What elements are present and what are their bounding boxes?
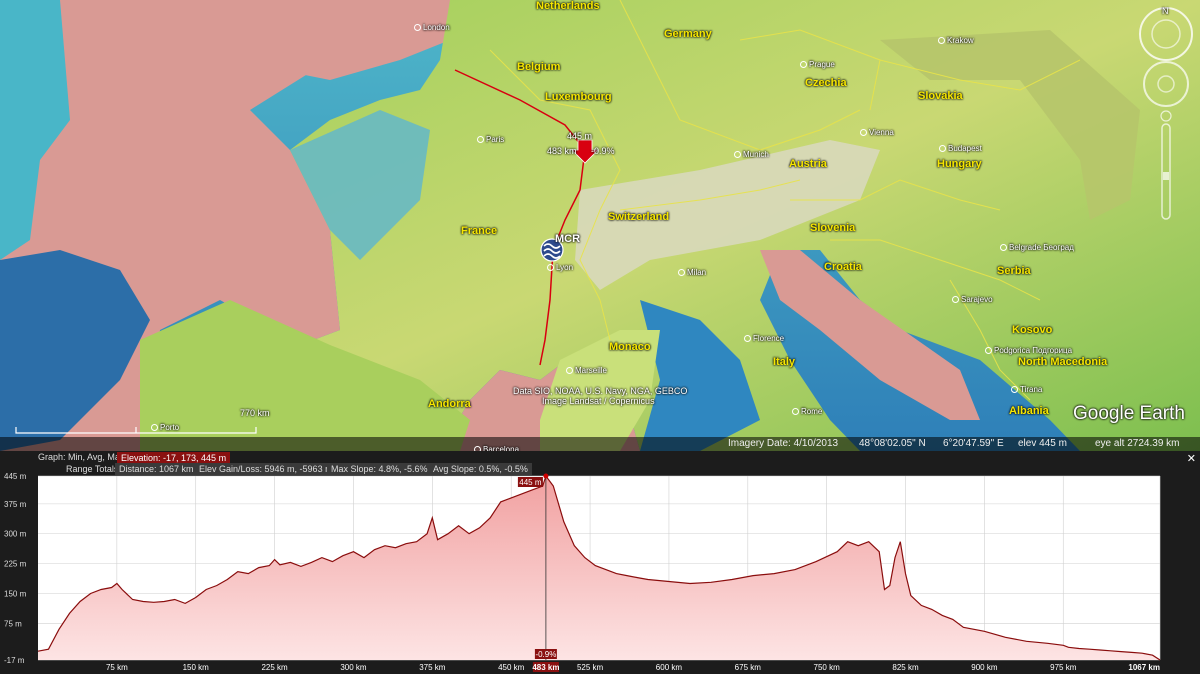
attribution-image: Image Landsat / Copernicus	[542, 396, 655, 406]
city-label: Porto	[151, 423, 179, 432]
graph-mode-label[interactable]: Graph: Min, Avg, Max	[38, 452, 124, 462]
eye-altitude-readout: eye alt 2724.39 km	[1095, 438, 1180, 449]
country-label: Italy	[773, 356, 796, 368]
city-label: Sarajevo	[952, 295, 993, 304]
country-label: Czechia	[805, 77, 847, 89]
city-label: Florence	[744, 334, 784, 343]
country-label: Hungary	[937, 158, 982, 170]
cursor-elev-label: 445 m	[519, 478, 542, 487]
city-label: Milan	[678, 268, 706, 277]
country-label: France	[461, 225, 498, 237]
x-tick-label: 75 km	[106, 663, 128, 672]
city-label: Prague	[800, 60, 835, 69]
country-label: Serbia	[997, 265, 1031, 277]
country-label: North Macedonia	[1018, 356, 1108, 368]
x-tick-label: 450 km	[498, 663, 525, 672]
zoom-slider	[1161, 123, 1171, 220]
streetview-icon	[1160, 110, 1172, 122]
navigation-controls[interactable]: N	[1136, 4, 1196, 274]
city-label: Tirana	[1011, 385, 1042, 394]
country-label: Albania	[1009, 405, 1049, 417]
x-tick-label: 600 km	[656, 663, 683, 672]
x-tick-label: 900 km	[971, 663, 998, 672]
x-tick-label: 825 km	[892, 663, 919, 672]
country-label: Netherlands	[536, 0, 600, 12]
city-label: Budapest	[939, 144, 982, 153]
y-tick-label: 445 m	[4, 472, 27, 481]
cursor-elevation-label: 445 m	[567, 131, 593, 141]
y-tick-label: 150 m	[4, 589, 27, 598]
google-earth-logo: Google Earth	[1073, 403, 1185, 424]
city-label: Rome	[792, 407, 822, 416]
scale-label: 770 km	[240, 408, 270, 418]
country-label: Luxembourg	[545, 91, 612, 103]
cursor-slope-label: -0.9%	[535, 650, 556, 659]
x-tick-label: 1067 km	[1128, 663, 1160, 672]
x-tick-label: 675 km	[735, 663, 762, 672]
country-label: Slovenia	[810, 222, 856, 234]
map-view[interactable]: 445 m 483 km -0.9% MCR Data SIO, NOAA, U…	[0, 0, 1200, 451]
city-label: Krakow	[938, 36, 974, 45]
cursor-distance-label: 483 km	[547, 146, 577, 156]
country-label: Andorra	[428, 398, 471, 410]
city-label: Belgrade Београд	[1000, 243, 1074, 252]
x-tick-label: 750 km	[814, 663, 841, 672]
attribution-data: Data SIO, NOAA, U.S. Navy, NGA, GEBCO	[513, 386, 688, 396]
country-label: Germany	[664, 28, 712, 40]
country-label: Belgium	[517, 61, 561, 73]
terrain-map[interactable]	[0, 0, 1200, 451]
city-label: Paris	[477, 135, 504, 144]
country-label: Switzerland	[608, 211, 670, 223]
status-bar: Imagery Date: 4/10/2013 48°08'02.05" N 6…	[0, 437, 1200, 451]
cursor-slope-label: -0.9%	[591, 146, 615, 156]
x-tick-label: 525 km	[577, 663, 604, 672]
longitude-readout: 6°20'47.59" E	[943, 438, 1004, 449]
country-label: Monaco	[609, 341, 651, 353]
x-tick-label: 225 km	[261, 663, 288, 672]
city-label: London	[414, 23, 450, 32]
latitude-readout: 48°08'02.05" N	[859, 438, 926, 449]
city-label: Vienna	[860, 128, 894, 137]
cursor-point	[543, 473, 549, 479]
y-tick-label: 375 m	[4, 500, 27, 509]
x-tick-label: 150 km	[183, 663, 210, 672]
close-panel-button[interactable]: ✕	[1187, 452, 1196, 465]
north-indicator[interactable]: N	[1162, 6, 1169, 16]
x-tick-label: 375 km	[419, 663, 446, 672]
y-tick-label: 225 m	[4, 560, 27, 569]
x-tick-label: 975 km	[1050, 663, 1077, 672]
placemark-label: MCR	[555, 233, 581, 245]
country-label: Kosovo	[1012, 324, 1053, 336]
elevation-readout: elev 445 m	[1018, 438, 1067, 449]
imagery-date: Imagery Date: 4/10/2013	[728, 438, 839, 449]
city-label: Lyon	[547, 263, 573, 272]
elevation-profile-chart[interactable]: 445 m -0.9% 445 m 375 m 300 m 225 m 150 m 75 m…	[0, 470, 1200, 674]
y-tick-label: -17 m	[4, 656, 25, 665]
country-label: Austria	[789, 158, 827, 170]
country-label: Croatia	[824, 261, 862, 273]
x-tick-label: 483 km	[532, 663, 559, 672]
y-tick-label: 300 m	[4, 530, 27, 539]
y-tick-label: 75 m	[4, 619, 22, 628]
country-label: Slovakia	[918, 90, 963, 102]
city-label: Munich	[734, 150, 769, 159]
city-label: Podgorica Подгорица	[985, 346, 1072, 355]
look-joystick-icon	[1143, 61, 1189, 107]
city-label: Marseille	[566, 366, 607, 375]
x-tick-label: 300 km	[340, 663, 367, 672]
